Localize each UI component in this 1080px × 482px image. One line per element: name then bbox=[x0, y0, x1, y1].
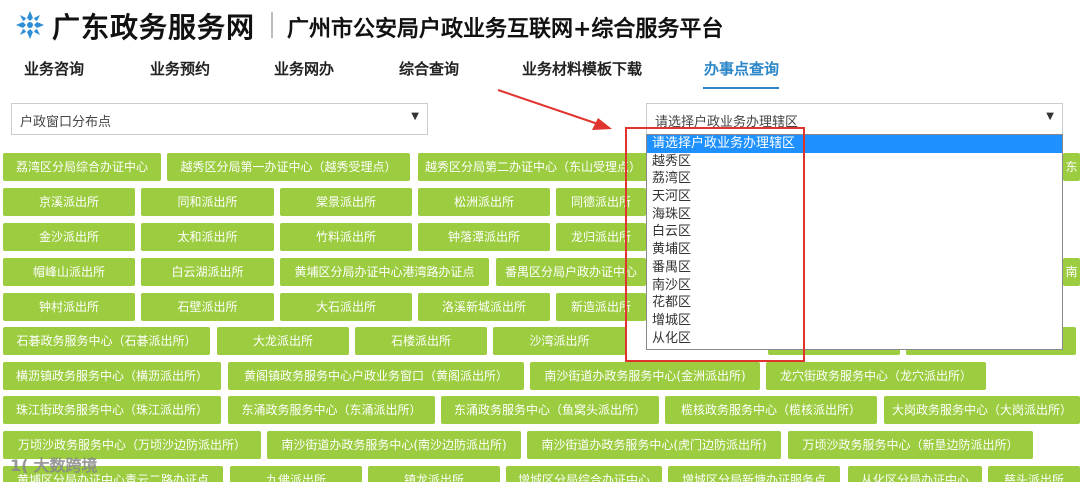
office-button[interactable]: 增城区分局综合办证中心 bbox=[506, 466, 662, 482]
office-button[interactable]: 南沙街道办政务服务中心(虎门边防派出所) bbox=[527, 431, 781, 459]
office-button[interactable]: 大石派出所 bbox=[280, 293, 412, 321]
office-button[interactable]: 万顷沙政务服务中心（新垦边防派出所） bbox=[788, 431, 1033, 459]
chevron-down-icon: ▼ bbox=[411, 111, 419, 122]
nav-item-query[interactable]: 综合查询 bbox=[399, 58, 459, 79]
office-button[interactable]: 白云湖派出所 bbox=[141, 258, 274, 286]
office-button[interactable]: 南沙街道办政务服务中心(金洲派出所) bbox=[530, 362, 760, 390]
office-button[interactable]: 从化区分局办证中心 bbox=[848, 466, 982, 482]
office-button[interactable]: 钟村派出所 bbox=[3, 293, 135, 321]
nav-item-office-lookup[interactable]: 办事点查询 bbox=[704, 58, 779, 79]
office-button[interactable]: 大龙派出所 bbox=[217, 327, 349, 355]
header-divider bbox=[271, 12, 273, 38]
office-button[interactable]: 大岗政务服务中心（大岗派出所） bbox=[884, 396, 1080, 424]
office-button[interactable]: 镇龙派出所 bbox=[368, 466, 500, 482]
office-button[interactable]: 南 bbox=[1063, 258, 1080, 286]
office-type-select-value: 户政窗口分布点 bbox=[20, 115, 112, 130]
office-button[interactable]: 黄阁镇政务服务中心户政业务窗口（黄阁派出所） bbox=[228, 362, 524, 390]
office-button[interactable]: 竹料派出所 bbox=[280, 223, 412, 251]
office-button[interactable]: 东涌政务服务中心（鱼窝头派出所） bbox=[441, 396, 659, 424]
nav-active-underline bbox=[703, 87, 779, 89]
snowflake-icon bbox=[16, 11, 44, 39]
office-button[interactable]: 南沙街道办政务服务中心(南沙边防派出所) bbox=[267, 431, 521, 459]
office-button[interactable]: 太和派出所 bbox=[141, 223, 274, 251]
office-button[interactable]: 越秀区分局第二办证中心（东山受理点） bbox=[418, 153, 648, 181]
highlight-box bbox=[625, 127, 805, 362]
office-button[interactable]: 慈头派出所 bbox=[988, 466, 1080, 482]
office-button[interactable]: 越秀区分局第一办证中心（越秀受理点） bbox=[167, 153, 410, 181]
office-type-select[interactable]: 户政窗口分布点 ▼ bbox=[11, 103, 428, 135]
office-button[interactable]: 钟落潭派出所 bbox=[418, 223, 550, 251]
watermark-prefix: 1( bbox=[10, 456, 29, 475]
chevron-down-icon: ▼ bbox=[1046, 111, 1054, 122]
nav-item-online-service[interactable]: 业务网办 bbox=[274, 58, 334, 79]
office-button[interactable]: 金沙派出所 bbox=[3, 223, 135, 251]
office-button[interactable]: 黄埔区分局办证中心港湾路办证点 bbox=[280, 258, 489, 286]
office-button[interactable]: 石壁派出所 bbox=[141, 293, 274, 321]
site-header: 广东政务服务网 广州市公安局户政业务互联网+综合服务平台 bbox=[0, 0, 1080, 50]
office-button[interactable]: 榄核政务服务中心（榄核派出所） bbox=[665, 396, 877, 424]
office-button[interactable]: 番禺区分局户政办证中心 bbox=[496, 258, 646, 286]
office-button[interactable]: 石碁政务服务中心（石碁派出所） bbox=[3, 327, 210, 355]
platform-name: 广州市公安局户政业务互联网+综合服务平台 bbox=[287, 17, 724, 42]
office-button[interactable]: 棠景派出所 bbox=[280, 188, 412, 216]
watermark-text: 大数跨境 bbox=[33, 456, 98, 475]
office-button[interactable]: 沙湾派出所 bbox=[493, 327, 626, 355]
main-nav: 业务咨询 业务预约 业务网办 综合查询 业务材料模板下载 办事点查询 bbox=[0, 58, 1080, 92]
office-button[interactable]: 洛溪新城派出所 bbox=[418, 293, 550, 321]
office-button[interactable]: 增城区分局新塘办证服务点 bbox=[668, 466, 840, 482]
site-name[interactable]: 广东政务服务网 bbox=[52, 6, 255, 46]
office-button[interactable]: 帽峰山派出所 bbox=[3, 258, 135, 286]
office-button[interactable]: 京溪派出所 bbox=[3, 188, 135, 216]
nav-item-appointment[interactable]: 业务预约 bbox=[150, 58, 210, 79]
office-button[interactable]: 荔湾区分局综合办证中心 bbox=[3, 153, 161, 181]
office-button[interactable]: 横沥镇政务服务中心（横沥派出所） bbox=[3, 362, 221, 390]
office-button[interactable]: 松洲派出所 bbox=[418, 188, 550, 216]
office-button[interactable]: 东涌政务服务中心（东涌派出所） bbox=[228, 396, 435, 424]
office-button[interactable]: 九佛派出所 bbox=[230, 466, 362, 482]
watermark: 1( 大数跨境 bbox=[10, 452, 98, 476]
nav-item-consult[interactable]: 业务咨询 bbox=[24, 58, 84, 79]
office-button[interactable]: 石楼派出所 bbox=[355, 327, 487, 355]
office-button[interactable]: 珠江街政务服务中心（珠江派出所） bbox=[3, 396, 221, 424]
office-button[interactable]: 同和派出所 bbox=[141, 188, 274, 216]
office-button[interactable]: 龙穴街政务服务中心（龙穴派出所） bbox=[766, 362, 986, 390]
nav-item-templates[interactable]: 业务材料模板下载 bbox=[522, 58, 642, 79]
office-button[interactable]: 东 bbox=[1063, 153, 1080, 181]
